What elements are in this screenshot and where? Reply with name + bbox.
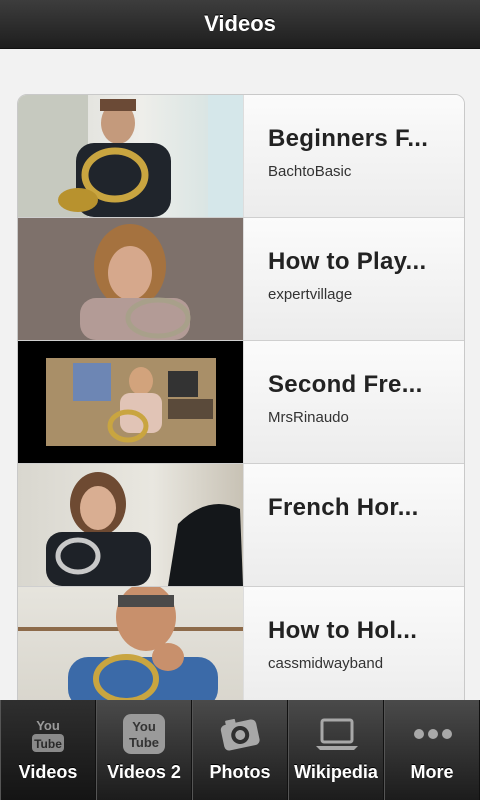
video-title: How to Play...	[268, 248, 427, 275]
thumbnail-image	[46, 472, 243, 586]
laptop-icon	[314, 714, 358, 754]
video-author: cassmidwayband	[268, 655, 384, 672]
video-list: Beginners F... BachtoBasic How to Play..…	[17, 94, 465, 710]
app-header: Videos	[0, 0, 480, 49]
tab-label: Wikipedia	[294, 762, 378, 782]
video-item[interactable]: French Hor...	[18, 464, 464, 587]
camera-icon	[218, 714, 262, 754]
video-title: Second Fre...	[268, 371, 423, 398]
video-item[interactable]: How to Play... expertvillage	[18, 218, 464, 341]
thumbnail-image	[18, 95, 243, 217]
bottom-tab-bar: You Tube Videos You Tube Videos 2 Photos…	[0, 700, 480, 800]
svg-text:Tube: Tube	[34, 737, 62, 751]
svg-text:You: You	[36, 718, 60, 733]
tab-label: Photos	[209, 762, 271, 782]
video-author: BachtoBasic	[268, 163, 352, 180]
tab-label: Videos 2	[107, 762, 181, 782]
tab-videos[interactable]: You Tube Videos	[0, 700, 96, 800]
svg-text:You: You	[132, 719, 156, 734]
youtube-icon: You Tube	[26, 714, 70, 754]
page-title: Videos	[204, 11, 276, 36]
thumbnail-image	[18, 587, 243, 709]
video-author: expertvillage	[268, 286, 353, 303]
thumbnail-image	[18, 218, 243, 340]
video-item[interactable]: Second Fre... MrsRinaudo	[18, 341, 464, 464]
video-thumbnail	[18, 341, 244, 463]
video-title: French Hor...	[268, 494, 419, 521]
tab-label: Videos	[18, 762, 78, 782]
youtube-icon: You Tube	[122, 714, 166, 754]
video-thumbnail	[18, 587, 244, 709]
video-author: MrsRinaudo	[268, 409, 349, 426]
tab-wikipedia[interactable]: Wikipedia	[288, 700, 384, 800]
video-item[interactable]: Beginners F... BachtoBasic	[18, 95, 464, 218]
video-thumbnail	[18, 464, 244, 586]
video-item[interactable]: How to Hol... cassmidwayband	[18, 587, 464, 709]
tab-videos-2[interactable]: You Tube Videos 2	[96, 700, 192, 800]
tab-photos[interactable]: Photos	[192, 700, 288, 800]
tab-label: More	[410, 762, 454, 782]
tab-more[interactable]: More	[384, 700, 480, 800]
more-dots-icon	[410, 714, 454, 754]
thumbnail-image	[46, 358, 216, 446]
svg-text:Tube: Tube	[129, 735, 159, 750]
video-title: How to Hol...	[268, 617, 418, 644]
video-thumbnail	[18, 95, 244, 217]
video-title: Beginners F...	[268, 125, 429, 152]
video-thumbnail	[18, 218, 244, 340]
